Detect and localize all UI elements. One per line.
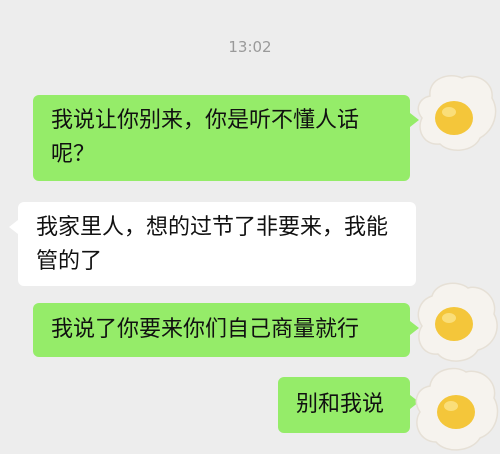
incoming-message-bubble[interactable]: 我家里人，想的过节了非要来，我能管的了: [9, 202, 416, 286]
fried-egg-avatar-icon[interactable]: [410, 276, 500, 366]
outgoing-message-bubble[interactable]: 我说了你要来你们自己商量就行: [33, 303, 419, 357]
message-timestamp: 13:02: [228, 38, 272, 56]
outgoing-message-bubble[interactable]: 我说让你别来，你是听不懂人话呢？: [33, 95, 419, 181]
fried-egg-avatar-icon[interactable]: [410, 362, 500, 454]
outgoing-message-bubble[interactable]: 别和我说: [278, 377, 419, 433]
fried-egg-avatar-icon[interactable]: [410, 68, 500, 158]
